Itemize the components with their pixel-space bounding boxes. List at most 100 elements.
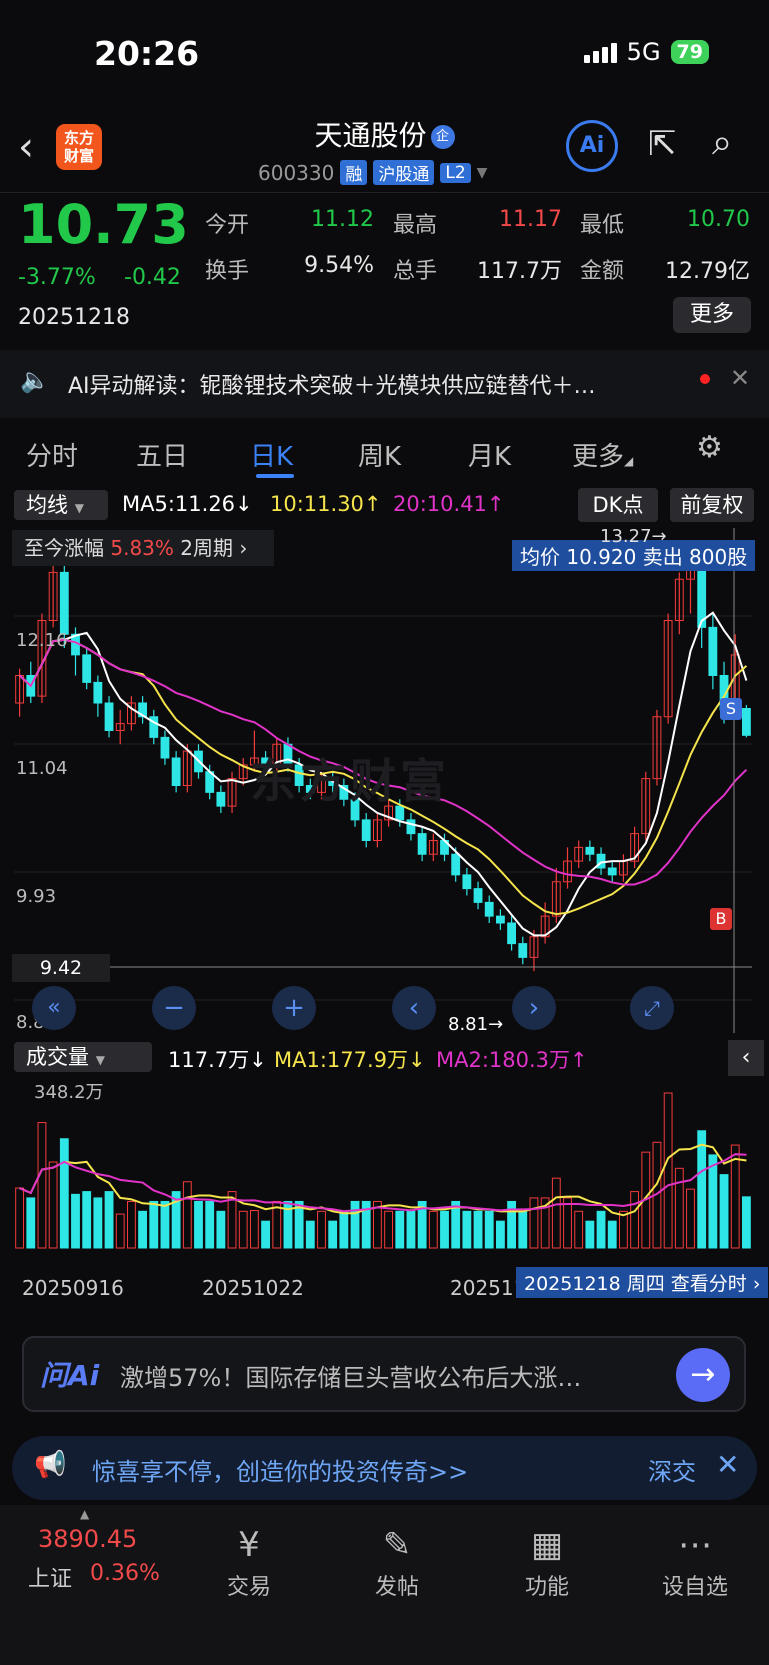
bottom-nav: ▲ 3890.45 上证 0.36% ¥ 交易 ✎ 发帖 ▦ 功能 ⋯ 设自选 bbox=[0, 1505, 769, 1665]
ai-question-bar[interactable]: 问Ai 激增57%！国际存储巨头营收公布后大涨… → bbox=[22, 1336, 746, 1412]
crosshair-price: 9.42 bbox=[12, 954, 110, 982]
tag-l2: L2 bbox=[440, 162, 471, 183]
volume-bar bbox=[249, 1210, 259, 1249]
signal-icon bbox=[583, 41, 617, 63]
volume-bar bbox=[317, 1210, 326, 1249]
volume-bar bbox=[395, 1210, 405, 1249]
quote-panel: 10.73 -3.77% -0.42 20251218 今开 11.12 最高 … bbox=[0, 192, 769, 343]
volume-selector[interactable]: 成交量 ▼ bbox=[14, 1042, 152, 1072]
volume-max-label: 348.2万 bbox=[34, 1082, 104, 1103]
candle-body bbox=[59, 571, 69, 635]
volume-value-label: 117.7万↓ bbox=[168, 1048, 267, 1072]
tab-five-day[interactable]: 五日 bbox=[136, 436, 188, 473]
x-date-tooltip[interactable]: 20251218 周四 查看分时 › bbox=[516, 1267, 769, 1298]
nav-post[interactable]: ✎ 发帖 bbox=[342, 1521, 452, 1601]
volume-chart[interactable] bbox=[0, 1078, 769, 1264]
volume-bar bbox=[115, 1213, 125, 1249]
tab-daily-k[interactable]: 日K bbox=[250, 436, 293, 473]
volume-bar bbox=[719, 1174, 729, 1249]
low-value: 10.70 bbox=[687, 207, 750, 232]
amount-label: 金额 bbox=[580, 259, 625, 284]
fullscreen-icon[interactable]: ⤢ bbox=[630, 986, 674, 1030]
candle-body bbox=[104, 702, 114, 731]
ma-selector[interactable]: 均线 ▼ bbox=[14, 490, 108, 520]
tab-intraday[interactable]: 分时 bbox=[26, 436, 78, 473]
change-percent: -3.77% bbox=[18, 265, 96, 290]
low-marker: 8.81→ bbox=[448, 1014, 504, 1035]
candle-body bbox=[171, 757, 181, 786]
ma5-label: MA5:11.26↓ bbox=[122, 492, 253, 516]
candle-body bbox=[160, 736, 170, 759]
settings-gear-icon[interactable]: ⚙ bbox=[696, 430, 723, 465]
collapse-panel-button[interactable]: ‹ bbox=[728, 1040, 764, 1076]
scroll-left-icon[interactable]: ‹ bbox=[392, 986, 436, 1030]
volume-bar bbox=[37, 1122, 47, 1249]
tag-margin: 融 bbox=[340, 160, 368, 185]
volume-bar bbox=[82, 1191, 92, 1249]
stock-subtitle[interactable]: 600330 融 沪股通 L2 ▼ bbox=[258, 160, 487, 185]
candle-body bbox=[473, 888, 483, 903]
candle-body bbox=[607, 867, 617, 876]
nav-functions[interactable]: ▦ 功能 bbox=[492, 1521, 602, 1601]
index-pct[interactable]: 0.36% bbox=[90, 1561, 160, 1586]
ai-prompt-text: 激增57%！国际存储巨头营收公布后大涨… bbox=[120, 1364, 582, 1392]
volume-bar bbox=[138, 1210, 148, 1249]
ai-button[interactable]: Ai bbox=[566, 120, 618, 172]
arrow-right-icon[interactable]: → bbox=[676, 1348, 730, 1402]
banner-text: 惊喜享不停，创造你的投资传奇>> bbox=[92, 1458, 469, 1486]
index-value[interactable]: 3890.45 bbox=[38, 1525, 137, 1553]
share-icon[interactable]: ⇱ bbox=[648, 124, 677, 164]
close-icon[interactable]: ✕ bbox=[730, 364, 750, 392]
price-level-2: 11.04 bbox=[16, 758, 68, 779]
volume-bar bbox=[384, 1210, 394, 1249]
volume-bar bbox=[305, 1220, 315, 1249]
buy-marker[interactable]: B bbox=[710, 908, 732, 930]
turnover-value: 9.54% bbox=[304, 253, 374, 278]
period-gain-box[interactable]: 至今涨幅 5.83% 2周期 › bbox=[12, 530, 274, 566]
dk-point-button[interactable]: DK点 bbox=[578, 488, 658, 522]
scroll-right-icon[interactable]: › bbox=[512, 986, 556, 1030]
volume-bar bbox=[484, 1210, 494, 1249]
sell-marker[interactable]: S bbox=[720, 698, 742, 720]
unread-dot bbox=[700, 374, 710, 384]
candle-body bbox=[741, 708, 751, 736]
zoom-in-icon[interactable]: + bbox=[272, 986, 316, 1030]
more-quote-button[interactable]: 更多 bbox=[673, 297, 751, 333]
volume-bar bbox=[708, 1154, 718, 1249]
candle-body bbox=[93, 681, 103, 704]
tab-monthly-k[interactable]: 月K bbox=[468, 436, 511, 473]
grid-icon: ▦ bbox=[530, 1525, 564, 1565]
chevron-up-icon[interactable]: ▲ bbox=[80, 1507, 89, 1521]
stock-code: 600330 bbox=[258, 160, 335, 185]
volume-bar bbox=[563, 1197, 572, 1249]
nav-add-watchlist[interactable]: ⋯ 设自选 bbox=[640, 1521, 750, 1601]
volume-bar bbox=[126, 1200, 136, 1249]
close-icon[interactable]: ✕ bbox=[716, 1448, 739, 1481]
volume-bar bbox=[216, 1210, 226, 1249]
volume-bar bbox=[473, 1210, 483, 1249]
nav-trade[interactable]: ¥ 交易 bbox=[194, 1521, 304, 1601]
candle-body bbox=[462, 874, 472, 890]
candle-body bbox=[484, 901, 494, 917]
ai-notice-bar[interactable]: 🔈 AI异动解读：铌酸锂技术突破＋光模块供应链替代＋… ✕ bbox=[0, 350, 769, 418]
more-icon: ⋯ bbox=[678, 1525, 712, 1565]
promo-banner[interactable]: 📢 惊喜享不停，创造你的投资传奇>> 深交 ✕ bbox=[12, 1436, 757, 1500]
volume-bar bbox=[440, 1210, 449, 1249]
tab-weekly-k[interactable]: 周K bbox=[358, 436, 401, 473]
volume-bar bbox=[26, 1197, 36, 1249]
search-icon[interactable]: ⌕ bbox=[712, 122, 732, 164]
tag-hkconnect: 沪股通 bbox=[373, 160, 435, 185]
volume-bar bbox=[618, 1210, 628, 1249]
index-name[interactable]: 上证 bbox=[28, 1561, 72, 1593]
scroll-left-fast-icon[interactable]: « bbox=[32, 986, 76, 1030]
open-label: 今开 bbox=[205, 213, 250, 238]
megaphone-icon: 📢 bbox=[34, 1450, 67, 1480]
volume-legend-row: 成交量 ▼ 117.7万↓ MA1:177.9万↓ MA2:180.3万↑ ‹ bbox=[0, 1040, 769, 1076]
vol-ma2-line bbox=[19, 1153, 747, 1213]
turnover-label: 换手 bbox=[205, 259, 250, 284]
adjust-mode-button[interactable]: 前复权 bbox=[670, 488, 754, 522]
zoom-out-icon[interactable]: − bbox=[152, 986, 196, 1030]
candle-body bbox=[361, 819, 371, 841]
tab-more[interactable]: 更多◢ bbox=[572, 436, 633, 473]
x-label-1: 20250916 bbox=[22, 1276, 124, 1300]
